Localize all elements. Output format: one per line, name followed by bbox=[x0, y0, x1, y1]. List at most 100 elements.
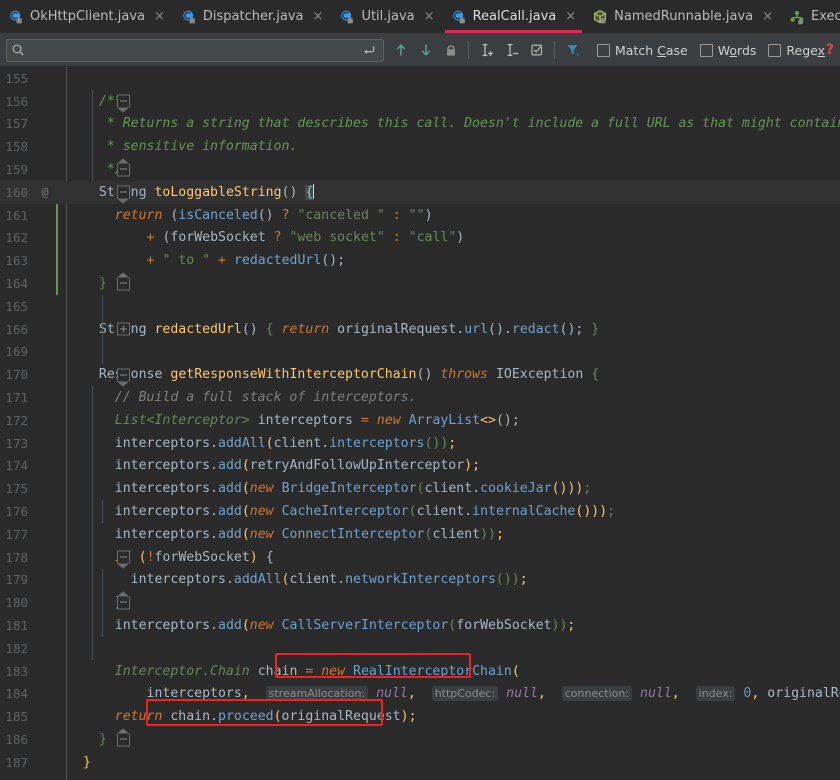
code-line-177[interactable]: 177 interceptors.add(new ConnectIntercep… bbox=[0, 523, 840, 546]
code-line-158[interactable]: 158 * sensitive information. bbox=[0, 135, 840, 158]
code-line-186[interactable]: 186 } bbox=[0, 728, 840, 751]
fold-gutter bbox=[57, 341, 75, 364]
code-line-171[interactable]: 171 // Build a full stack of interceptor… bbox=[0, 386, 840, 409]
code-line-170[interactable]: 170 Response getResponseWithInterceptorC… bbox=[0, 363, 840, 386]
code-line-181[interactable]: 181 interceptors.add(new CallServerInter… bbox=[0, 614, 840, 637]
code-line-175[interactable]: 175 interceptors.add(new BridgeIntercept… bbox=[0, 477, 840, 500]
code-text bbox=[75, 641, 840, 656]
code-line-180[interactable]: 180 } bbox=[0, 591, 840, 614]
line-number: 161 bbox=[0, 208, 33, 223]
find-next-button[interactable] bbox=[413, 38, 438, 63]
editor-tab-executor[interactable]: Executor.java× bbox=[781, 0, 840, 33]
fold-down-icon[interactable] bbox=[117, 551, 130, 564]
fold-up-icon[interactable] bbox=[117, 163, 130, 176]
line-number: 186 bbox=[0, 732, 33, 747]
find-help-icon[interactable]: ? bbox=[826, 42, 834, 58]
add-selection-next-button[interactable] bbox=[474, 38, 499, 63]
find-option-words[interactable]: Words bbox=[700, 43, 757, 58]
code-line-156[interactable]: 156 /** bbox=[0, 90, 840, 113]
fold-gutter bbox=[57, 90, 75, 113]
find-option-label: Match Case bbox=[615, 43, 688, 58]
checkbox[interactable] bbox=[700, 44, 713, 57]
code-line-183[interactable]: 183 Interceptor.Chain chain = new RealIn… bbox=[0, 660, 840, 683]
editor-tab-close-icon[interactable]: × bbox=[424, 10, 435, 23]
line-number: 182 bbox=[0, 641, 33, 656]
fold-gutter bbox=[57, 272, 75, 295]
editor-tab-close-icon[interactable]: × bbox=[565, 10, 576, 23]
line-number: 181 bbox=[0, 618, 33, 633]
code-editor[interactable]: 155 156 /**157 * Returns a string that d… bbox=[0, 67, 840, 780]
code-line-178[interactable]: 178 if (!forWebSocket) { bbox=[0, 546, 840, 569]
code-line-166[interactable]: 166 String redactedUrl() { return origin… bbox=[0, 318, 840, 341]
code-line-182[interactable]: 182 bbox=[0, 637, 840, 660]
line-number: 166 bbox=[0, 322, 33, 337]
code-text: if (!forWebSocket) { bbox=[75, 550, 840, 565]
code-line-185[interactable]: 185 return chain.proceed(originalRequest… bbox=[0, 705, 840, 728]
code-text: List<Interceptor> interceptors = new Arr… bbox=[75, 413, 840, 428]
code-line-162[interactable]: 162 + (forWebSocket ? "web socket" : "ca… bbox=[0, 227, 840, 250]
editor-tab-close-icon[interactable]: × bbox=[154, 10, 165, 23]
editor-tab-label: Util.java bbox=[361, 9, 414, 24]
fold-up-icon[interactable] bbox=[117, 733, 130, 746]
code-line-174[interactable]: 174 interceptors.add(retryAndFollowUpInt… bbox=[0, 455, 840, 478]
fold-up-icon[interactable] bbox=[117, 596, 130, 609]
code-line-176[interactable]: 176 interceptors.add(new CacheIntercepto… bbox=[0, 500, 840, 523]
code-line-159[interactable]: 159 */ bbox=[0, 158, 840, 181]
open-in-find-window-button[interactable] bbox=[524, 38, 549, 63]
code-line-179[interactable]: 179 interceptors.addAll(client.networkIn… bbox=[0, 569, 840, 592]
fold-up-icon[interactable] bbox=[117, 277, 130, 290]
fold-gutter bbox=[57, 409, 75, 432]
code-line-173[interactable]: 173 interceptors.addAll(client.intercept… bbox=[0, 432, 840, 455]
editor-tab-close-icon[interactable]: × bbox=[313, 10, 324, 23]
gutter-marker[interactable]: @ bbox=[33, 185, 57, 199]
code-text: return chain.proceed(originalRequest); bbox=[75, 709, 840, 724]
fold-gutter bbox=[57, 500, 75, 523]
find-previous-button[interactable] bbox=[388, 38, 413, 63]
editor-tab-label: NamedRunnable.java bbox=[614, 9, 753, 24]
code-line-164[interactable]: 164 } bbox=[0, 272, 840, 295]
code-line-165[interactable]: 165 bbox=[0, 295, 840, 318]
line-number: 175 bbox=[0, 481, 33, 496]
fold-gutter bbox=[57, 546, 75, 569]
code-line-160[interactable]: 160@ String toLoggableString() { bbox=[0, 181, 840, 204]
fold-gutter bbox=[57, 318, 75, 341]
code-line-161[interactable]: 161 return (isCanceled() ? "canceled " :… bbox=[0, 204, 840, 227]
select-all-occurrences-button[interactable] bbox=[438, 38, 463, 63]
editor-tab-label: OkHttpClient.java bbox=[30, 9, 145, 24]
line-number: 180 bbox=[0, 595, 33, 610]
editor-tab-close-icon[interactable]: × bbox=[762, 10, 773, 23]
checkbox[interactable] bbox=[768, 44, 781, 57]
fold-down-icon[interactable] bbox=[117, 368, 130, 381]
editor-tab-util[interactable]: Util.java × bbox=[331, 0, 442, 33]
fold-plus-icon[interactable] bbox=[117, 323, 130, 336]
search-input[interactable] bbox=[30, 40, 358, 61]
find-option-regex[interactable]: Regex bbox=[768, 43, 825, 58]
code-line-172[interactable]: 172 List<Interceptor> interceptors = new… bbox=[0, 409, 840, 432]
code-text: Interceptor.Chain chain = new RealInterc… bbox=[75, 664, 840, 679]
indent-guide bbox=[92, 90, 93, 181]
line-number: 162 bbox=[0, 230, 33, 245]
editor-tab-okhttpclient[interactable]: OkHttpClient.java × bbox=[0, 0, 173, 33]
editor-tab-dispatcher[interactable]: Dispatcher.java× bbox=[173, 0, 332, 33]
fold-gutter bbox=[57, 523, 75, 546]
filter-icon[interactable] bbox=[560, 38, 585, 63]
code-line-187[interactable]: 187} bbox=[0, 751, 840, 774]
code-text: * sensitive information. bbox=[75, 139, 840, 154]
code-line-163[interactable]: 163 + " to " + redactedUrl(); bbox=[0, 249, 840, 272]
line-number: 179 bbox=[0, 572, 33, 587]
search-field[interactable] bbox=[6, 39, 384, 62]
checkbox[interactable] bbox=[597, 44, 610, 57]
code-line-155[interactable]: 155 bbox=[0, 67, 840, 90]
enter-return-icon[interactable] bbox=[358, 43, 379, 58]
code-line-157[interactable]: 157 * Returns a string that describes th… bbox=[0, 113, 840, 136]
fold-down-icon[interactable] bbox=[117, 186, 130, 199]
editor-tab-namedrunnable[interactable]: NamedRunnable.java × bbox=[584, 0, 781, 33]
fold-down-icon[interactable] bbox=[117, 95, 130, 108]
fold-gutter bbox=[57, 683, 75, 706]
code-line-184[interactable]: 184 interceptors, streamAllocation: null… bbox=[0, 683, 840, 706]
java-class-icon bbox=[181, 9, 197, 25]
editor-tab-realcall[interactable]: RealCall.java× bbox=[443, 0, 585, 33]
code-line-169[interactable]: 169 bbox=[0, 341, 840, 364]
find-option-match-case[interactable]: Match Case bbox=[597, 43, 688, 58]
remove-selection-button[interactable] bbox=[499, 38, 524, 63]
